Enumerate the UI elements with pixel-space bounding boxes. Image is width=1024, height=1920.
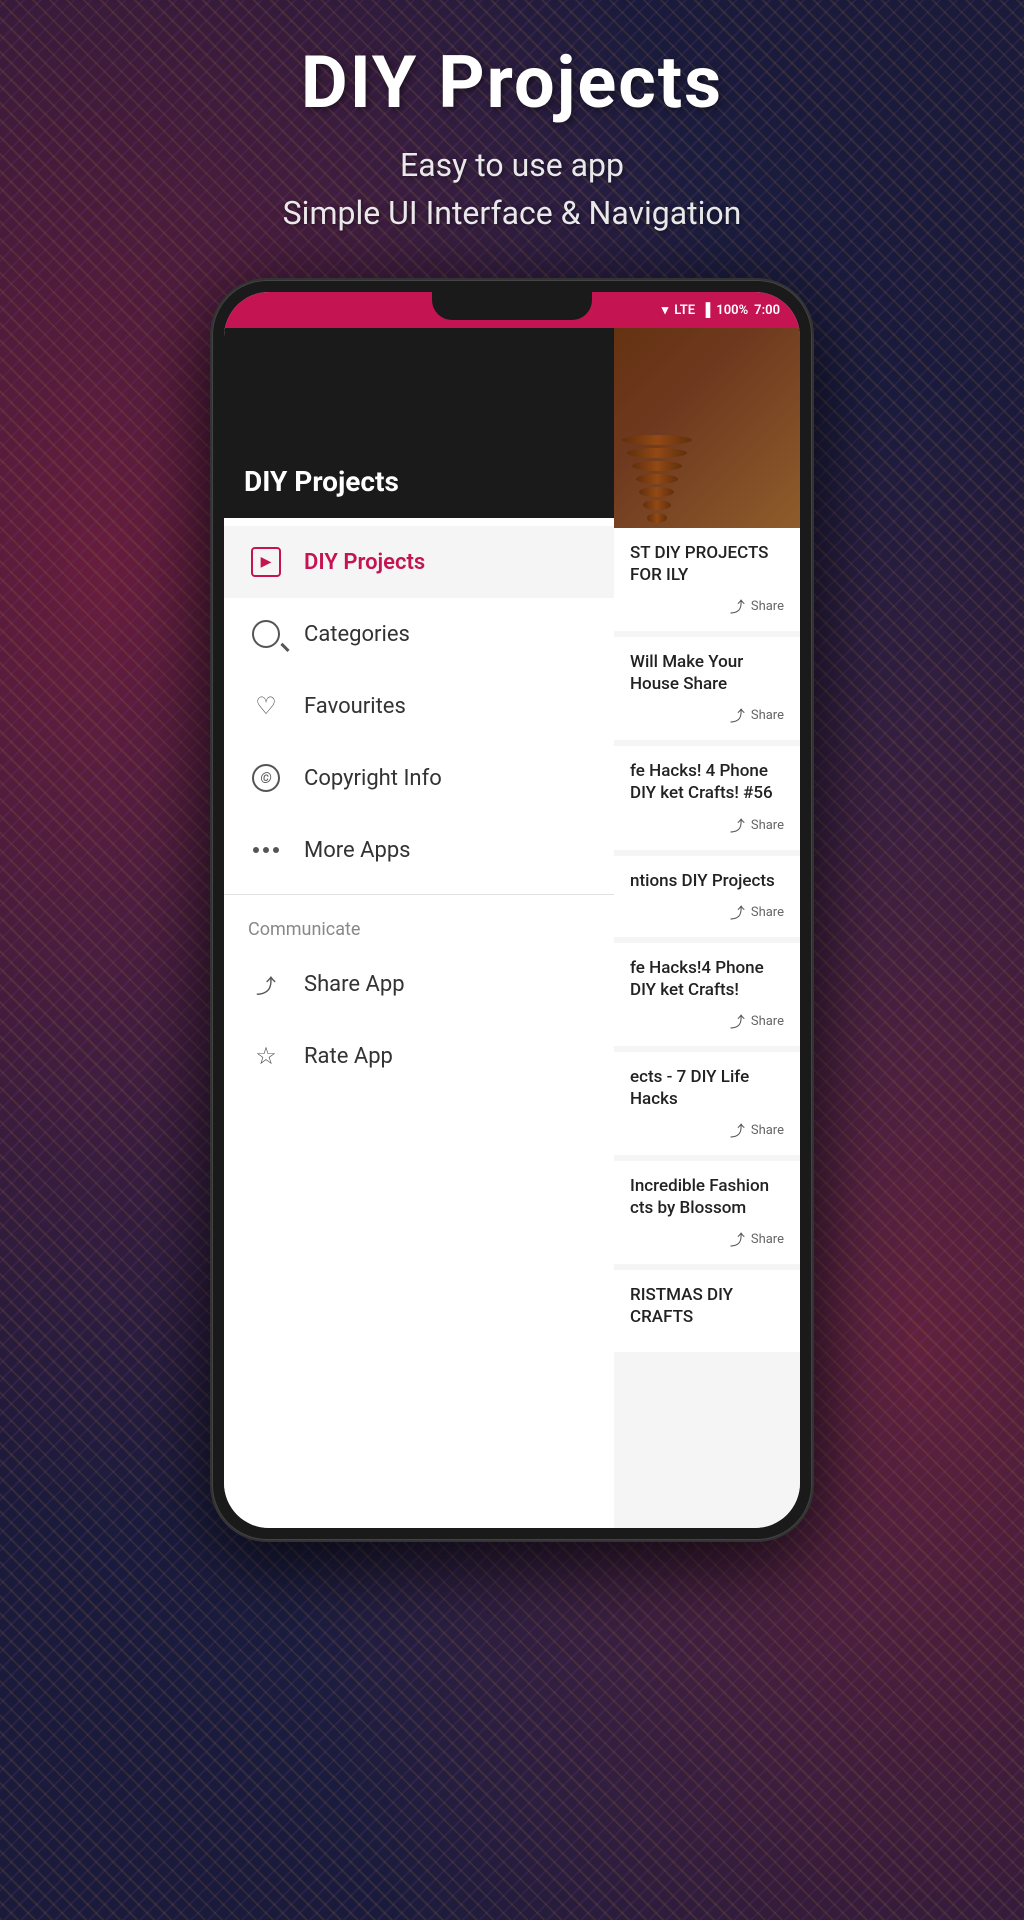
- list-item[interactable]: fe Hacks!4 Phone DIY ket Crafts! ⤴ Share: [614, 943, 800, 1046]
- phone-notch: [432, 292, 592, 320]
- share-icon-1: ⤴: [730, 596, 745, 617]
- wifi-icon: ▾: [662, 303, 669, 318]
- sidebar-item-more-apps[interactable]: More Apps: [224, 814, 614, 886]
- item-title-2: Will Make Your House Share: [630, 651, 784, 695]
- share-btn-3[interactable]: ⤴ Share: [630, 815, 784, 836]
- signal-icon: ▐: [701, 302, 710, 318]
- item-title-7: Incredible Fashion cts by Blossom: [630, 1175, 784, 1219]
- heart-icon: ♡: [248, 688, 284, 724]
- drawer-app-name: DIY Projects: [244, 465, 399, 498]
- list-item[interactable]: RISTMAS DIY CRAFTS: [614, 1270, 800, 1352]
- list-item[interactable]: Incredible Fashion cts by Blossom ⤴ Shar…: [614, 1161, 800, 1264]
- phone-frame: ▾ LTE ▐ 100% 7:00: [212, 280, 812, 1540]
- sidebar-item-copyright-info[interactable]: © Copyright Info: [224, 742, 614, 814]
- header-section: DIY Projects Easy to use app Simple UI I…: [0, 40, 1024, 237]
- navigation-drawer: DIY Projects ▶ DIY Projects: [224, 328, 614, 1528]
- share-icon-3: ⤴: [730, 815, 745, 836]
- copyright-icon: ©: [248, 760, 284, 796]
- share-icon: ⤴: [248, 966, 284, 1002]
- item-title-3: fe Hacks! 4 Phone DIY ket Crafts! #56: [630, 760, 784, 804]
- list-item[interactable]: fe Hacks! 4 Phone DIY ket Crafts! #56 ⤴ …: [614, 746, 800, 849]
- time-label: 7:00: [754, 303, 780, 318]
- list-item[interactable]: ST DIY PROJECTS FOR ILY ⤴ Share: [614, 528, 800, 631]
- list-item[interactable]: ects - 7 DIY Life Hacks ⤴ Share: [614, 1052, 800, 1155]
- page-title: DIY Projects: [0, 40, 1024, 125]
- list-item[interactable]: Will Make Your House Share ⤴ Share: [614, 637, 800, 740]
- share-icon-2: ⤴: [730, 705, 745, 726]
- status-icons: ▾ LTE ▐ 100% 7:00: [662, 302, 780, 318]
- share-btn-7[interactable]: ⤴ Share: [630, 1229, 784, 1250]
- sidebar-item-share-app[interactable]: ⤴ Share App: [224, 948, 614, 1020]
- phone-container: ▾ LTE ▐ 100% 7:00: [212, 280, 812, 1540]
- sidebar-item-diy-projects[interactable]: ▶ DIY Projects: [224, 526, 614, 598]
- play-icon: ▶: [248, 544, 284, 580]
- share-btn-1[interactable]: ⤴ Share: [630, 596, 784, 617]
- list-item[interactable]: ntions DIY Projects ⤴ Share: [614, 856, 800, 937]
- sidebar-item-label-copyright-info: Copyright Info: [304, 766, 442, 791]
- sidebar-item-label-categories: Categories: [304, 622, 410, 647]
- sidebar-item-label-diy-projects: DIY Projects: [304, 550, 425, 575]
- share-btn-5[interactable]: ⤴ Share: [630, 1011, 784, 1032]
- share-icon-5: ⤴: [730, 1011, 745, 1032]
- drawer-divider: [224, 894, 614, 895]
- share-btn-4[interactable]: ⤴ Share: [630, 902, 784, 923]
- sidebar-item-label-rate-app: Rate App: [304, 1044, 393, 1069]
- star-icon: ☆: [248, 1038, 284, 1074]
- sidebar-item-label-favourites: Favourites: [304, 694, 406, 719]
- share-icon-6: ⤴: [730, 1120, 745, 1141]
- share-btn-6[interactable]: ⤴ Share: [630, 1120, 784, 1141]
- sidebar-item-rate-app[interactable]: ☆ Rate App: [224, 1020, 614, 1092]
- sidebar-item-label-share-app: Share App: [304, 972, 405, 997]
- sidebar-item-label-more-apps: More Apps: [304, 838, 411, 863]
- item-title-8: RISTMAS DIY CRAFTS: [630, 1284, 784, 1328]
- share-icon-4: ⤴: [730, 902, 745, 923]
- drawer-menu: ▶ DIY Projects Categories ♡: [224, 518, 614, 1528]
- drawer-header: DIY Projects: [224, 328, 614, 518]
- item-title-1: ST DIY PROJECTS FOR ILY: [630, 542, 784, 586]
- more-icon: [248, 832, 284, 868]
- sidebar-item-favourites[interactable]: ♡ Favourites: [224, 670, 614, 742]
- search-icon: [248, 616, 284, 652]
- item-title-4: ntions DIY Projects: [630, 870, 784, 892]
- battery-label: 100%: [716, 303, 748, 318]
- phone-screen: ▾ LTE ▐ 100% 7:00: [224, 292, 800, 1528]
- item-title-5: fe Hacks!4 Phone DIY ket Crafts!: [630, 957, 784, 1001]
- content-list: ST DIY PROJECTS FOR ILY ⤴ Share Will Mak…: [614, 528, 800, 1528]
- communicate-section-title: Communicate: [224, 903, 614, 948]
- item-title-6: ects - 7 DIY Life Hacks: [630, 1066, 784, 1110]
- share-btn-2[interactable]: ⤴ Share: [630, 705, 784, 726]
- page-subtitle: Easy to use app Simple UI Interface & Na…: [0, 141, 1024, 237]
- network-label: LTE: [674, 303, 695, 318]
- share-icon-7: ⤴: [730, 1229, 745, 1250]
- sidebar-item-categories[interactable]: Categories: [224, 598, 614, 670]
